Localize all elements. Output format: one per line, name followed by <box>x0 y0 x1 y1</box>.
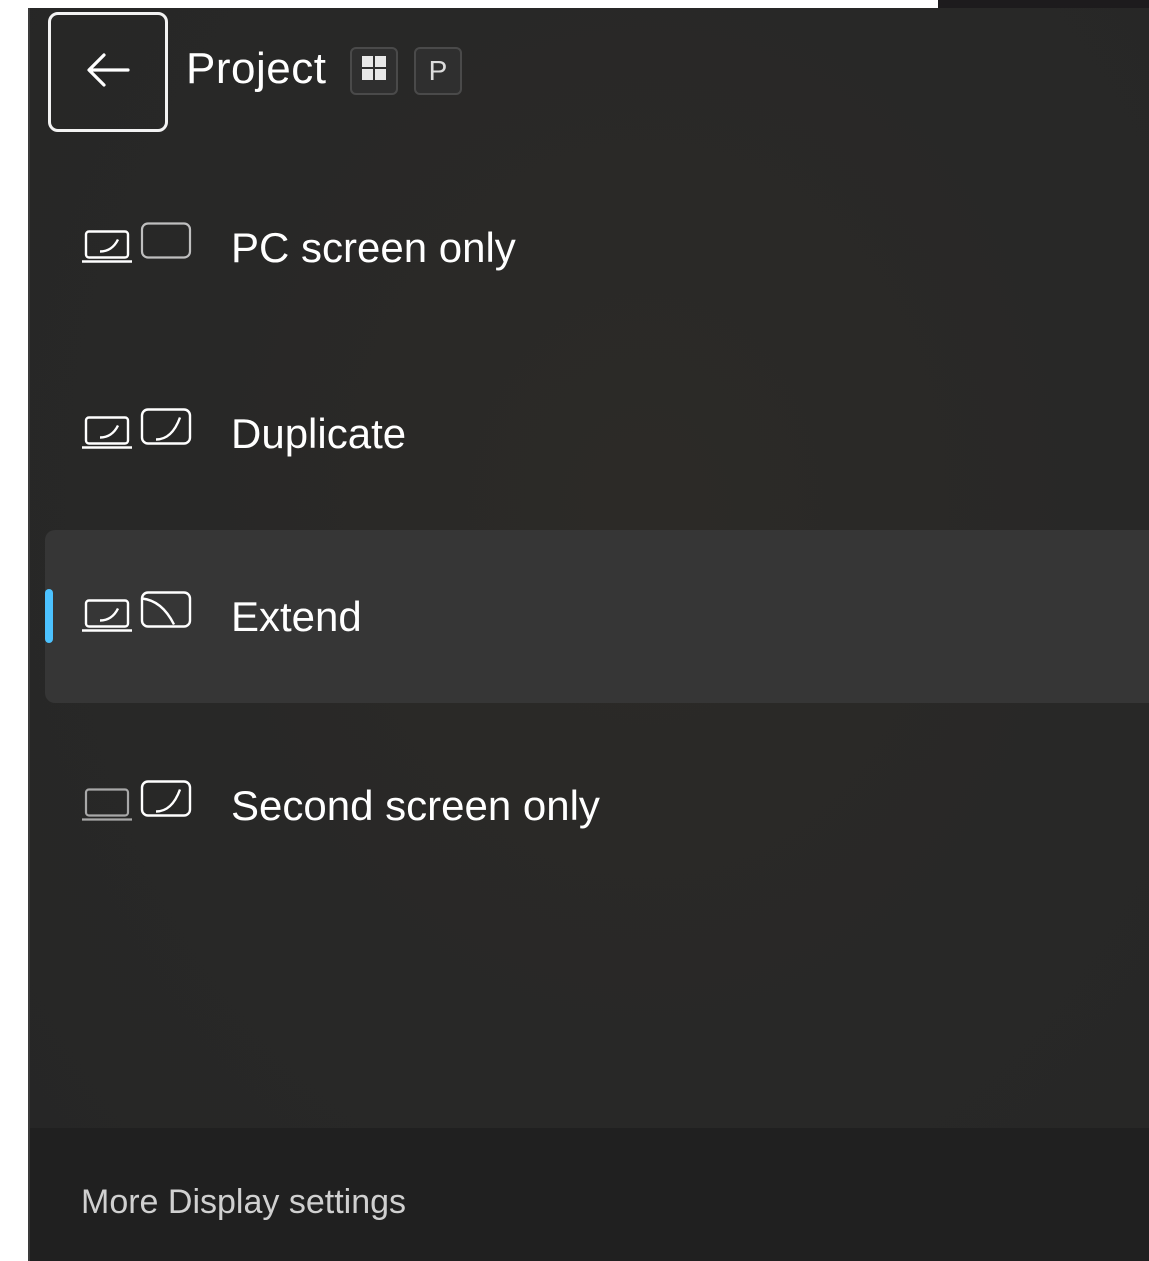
extend-icon <box>82 590 194 643</box>
option-duplicate[interactable]: Duplicate <box>45 347 1149 520</box>
second-screen-only-icon <box>82 779 194 832</box>
more-display-settings-link[interactable]: More Display settings <box>81 1183 406 1222</box>
option-second-screen-only[interactable]: Second screen only <box>45 719 1149 892</box>
duplicate-icon <box>82 407 194 460</box>
windows-key-badge <box>350 47 398 95</box>
arrow-left-icon <box>84 50 132 95</box>
pc-screen-only-icon <box>82 221 194 274</box>
option-label: Duplicate <box>231 409 407 457</box>
page-title: Project <box>186 44 327 93</box>
option-extend[interactable]: Extend <box>45 530 1149 703</box>
option-label: Second screen only <box>231 781 600 829</box>
option-label: Extend <box>231 592 362 640</box>
p-key-badge: P <box>414 47 462 95</box>
option-pc-screen-only[interactable]: PC screen only <box>45 161 1149 334</box>
project-flyout: Project P PC screen only Duplicate Exten… <box>30 8 1149 1261</box>
windows-logo-icon <box>361 55 387 88</box>
option-label: PC screen only <box>231 223 516 271</box>
background-strip <box>938 0 1149 8</box>
selection-indicator <box>45 589 53 643</box>
flyout-footer: More Display settings <box>30 1128 1149 1261</box>
back-button[interactable] <box>48 12 168 132</box>
